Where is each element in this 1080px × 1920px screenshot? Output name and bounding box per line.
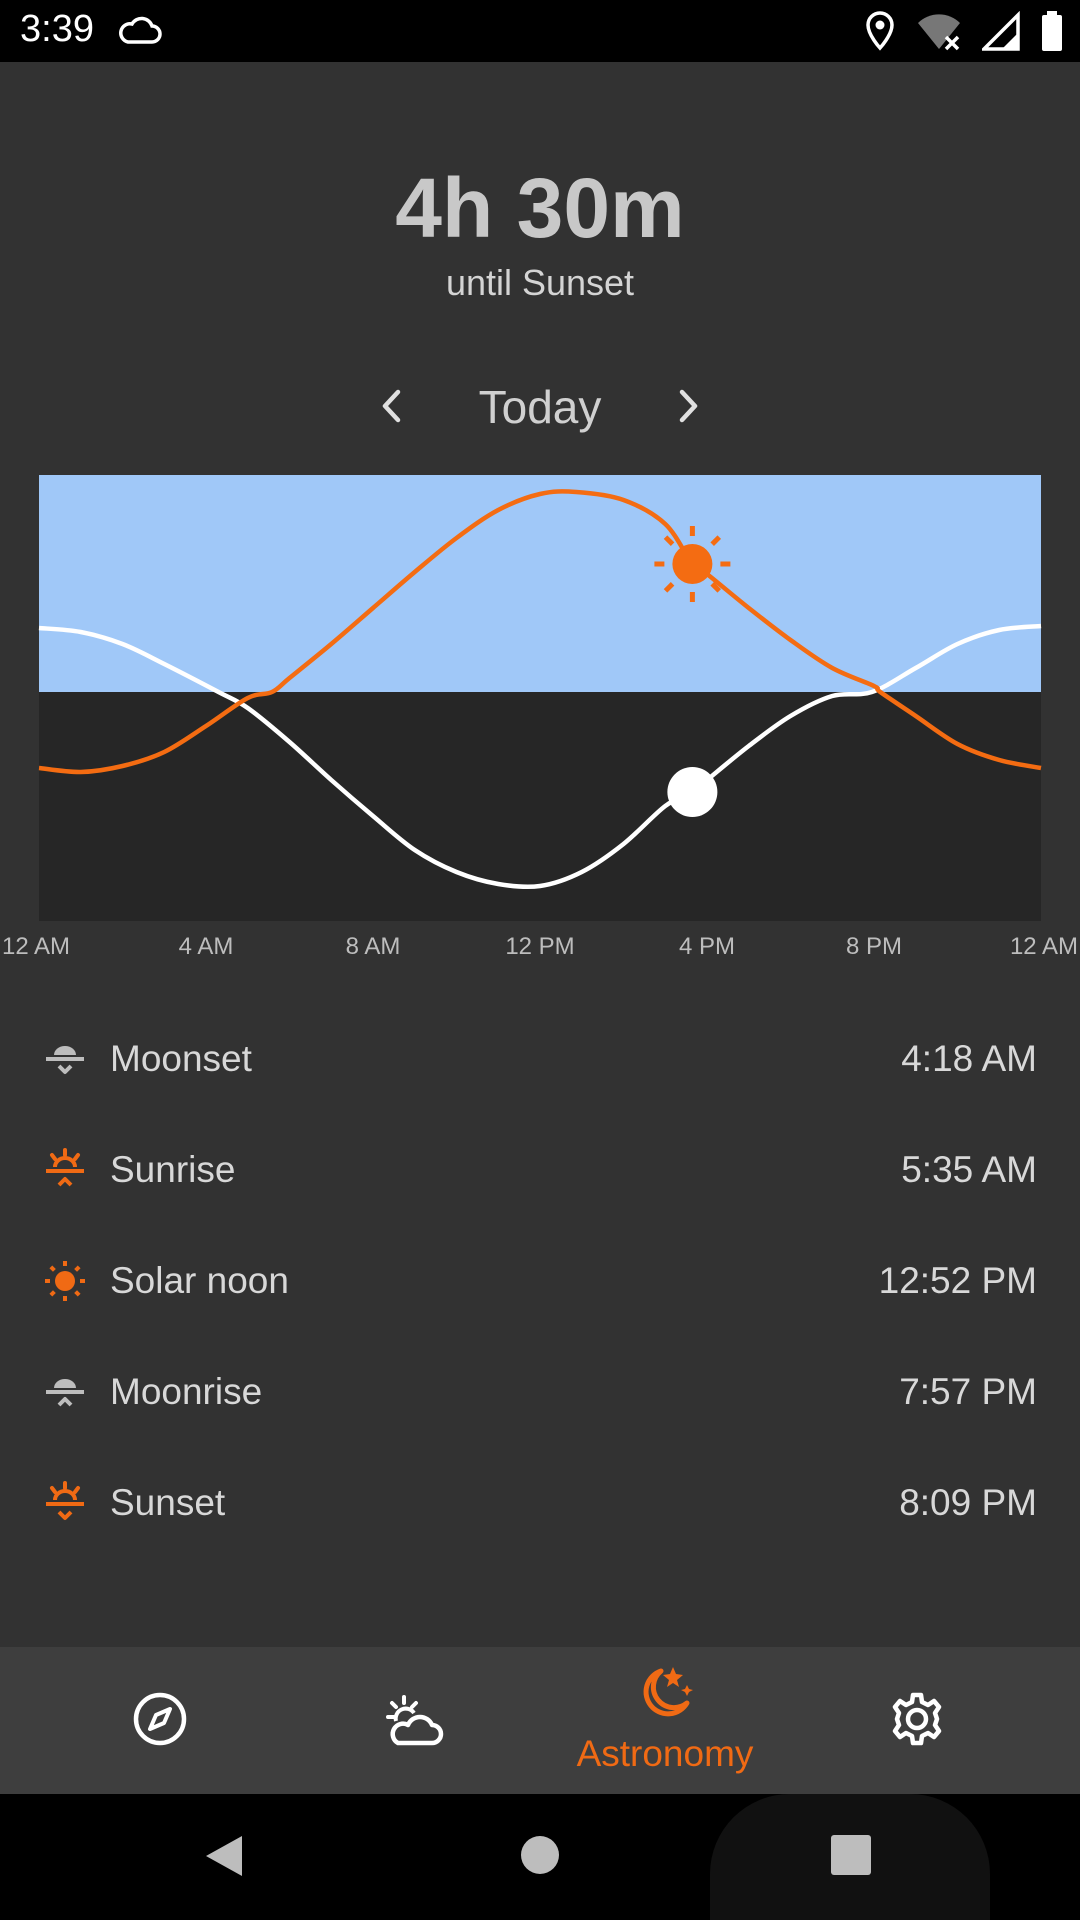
event-time: 5:35 AM — [901, 1149, 1037, 1190]
moonrise-icon — [46, 1379, 84, 1407]
sunrise-icon — [46, 1148, 84, 1187]
wifi-off-icon — [918, 14, 960, 51]
sun-moon-altitude-chart: 12 AM 4 AM 8 AM 12 PM 4 PM 8 PM 12 AM — [2, 475, 1078, 960]
astronomy-events-list: Moonset 4:18 AM Sunrise 5:35 AM Solar noon 12… — [0, 1004, 1080, 1559]
system-navigation-bar — [0, 1794, 1080, 1920]
recents-icon[interactable] — [830, 1834, 872, 1876]
x-tick-label: 8 AM — [346, 933, 401, 960]
sun-icon — [45, 1261, 85, 1301]
gear-icon — [892, 1692, 942, 1746]
status-bar: 3:39 — [0, 0, 1080, 62]
x-tick-label: 12 PM — [505, 933, 574, 960]
day-navigator: Today — [0, 370, 1080, 442]
event-name: Moonset — [110, 1038, 252, 1079]
bottom-navigation: Astronomy — [0, 1647, 1080, 1794]
astronomy-icon — [643, 1667, 693, 1717]
home-icon[interactable] — [519, 1834, 561, 1876]
x-tick-label: 12 AM — [1010, 933, 1078, 960]
event-name: Solar noon — [110, 1260, 289, 1301]
moonset-icon — [46, 1046, 84, 1074]
event-name: Sunrise — [110, 1149, 236, 1190]
x-tick-label: 4 AM — [179, 933, 234, 960]
event-row: Solar noon 12:52 PM — [0, 1226, 1080, 1337]
event-time: 4:18 AM — [901, 1038, 1037, 1079]
x-tick-label: 8 PM — [846, 933, 902, 960]
nav-navigation[interactable] — [35, 1647, 285, 1794]
event-row: Moonset 4:18 AM — [0, 1004, 1080, 1115]
x-tick-label: 4 PM — [679, 933, 735, 960]
battery-icon — [1042, 11, 1062, 51]
event-name: Sunset — [110, 1482, 226, 1523]
x-tick-label: 12 AM — [2, 933, 70, 960]
weather-icon — [386, 1695, 444, 1746]
signal-icon — [982, 11, 1020, 51]
status-time: 3:39 — [20, 8, 94, 50]
back-icon[interactable] — [202, 1832, 246, 1880]
chevron-right-icon[interactable] — [664, 382, 712, 430]
countdown-value: 4h 30m — [395, 161, 685, 255]
nav-weather[interactable] — [287, 1647, 537, 1794]
nav-astronomy-label: Astronomy — [576, 1733, 754, 1774]
event-name: Moonrise — [110, 1371, 263, 1412]
nav-astronomy[interactable]: Astronomy — [540, 1647, 790, 1794]
location-icon — [866, 11, 894, 51]
event-time: 12:52 PM — [878, 1260, 1037, 1301]
day-label: Today — [478, 381, 602, 433]
countdown-label: until Sunset — [445, 262, 635, 303]
moon-position-marker — [667, 767, 718, 817]
chevron-left-icon[interactable] — [368, 382, 416, 430]
sunset-icon — [46, 1481, 84, 1520]
event-time: 8:09 PM — [899, 1482, 1037, 1523]
cloud-icon — [119, 16, 162, 44]
event-row: Moonrise 7:57 PM — [0, 1337, 1080, 1448]
event-row: Sunset 8:09 PM — [0, 1448, 1080, 1559]
nav-settings[interactable] — [792, 1647, 1042, 1794]
sky-area — [39, 475, 1041, 692]
event-time: 7:57 PM — [899, 1371, 1037, 1412]
compass-icon — [133, 1692, 187, 1746]
event-row: Sunrise 5:35 AM — [0, 1115, 1080, 1226]
